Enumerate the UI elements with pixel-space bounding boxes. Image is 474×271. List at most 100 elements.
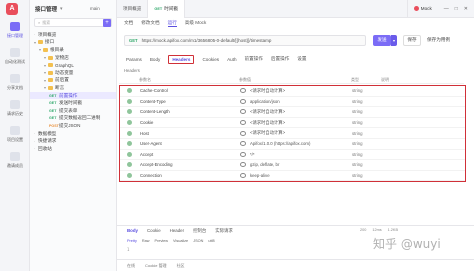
send-button[interactable]: 发送 xyxy=(373,34,391,46)
tree-item[interactable]: ▾ 断言 xyxy=(30,84,116,92)
response-format[interactable]: Visualize xyxy=(173,239,188,243)
enabled-checkbox[interactable] xyxy=(127,173,132,179)
header-type[interactable]: string xyxy=(352,173,382,178)
environment-selector[interactable]: Mock xyxy=(406,0,438,18)
info-icon[interactable] xyxy=(240,151,246,157)
editor-tab[interactable]: 项目概览 xyxy=(117,0,149,18)
param-tab[interactable]: Headers xyxy=(168,54,195,64)
param-tab[interactable]: Body xyxy=(150,57,160,62)
param-tab[interactable]: 后置操作 xyxy=(271,56,289,62)
info-icon[interactable] xyxy=(240,162,246,168)
response-tab[interactable]: Header xyxy=(170,228,184,234)
header-value[interactable]: application/json xyxy=(250,99,352,104)
header-type[interactable]: string xyxy=(352,141,382,146)
tree-item[interactable]: ▾ 宠物店 xyxy=(30,54,116,62)
subtab[interactable]: 高级 Mock xyxy=(185,20,206,26)
subtab[interactable]: 文档 xyxy=(124,20,133,26)
enabled-checkbox[interactable] xyxy=(127,162,132,168)
header-value[interactable]: <请求时自动计算> xyxy=(250,120,352,126)
header-value[interactable]: keep-alive xyxy=(250,173,352,178)
header-value[interactable]: gzip, deflate, br xyxy=(250,162,352,167)
header-key[interactable]: Content-Type xyxy=(140,99,240,104)
subtab[interactable]: 运行 xyxy=(167,20,177,27)
header-type[interactable]: string xyxy=(352,109,382,114)
status-item[interactable]: 社区 xyxy=(177,263,185,269)
response-tab[interactable]: Body xyxy=(127,228,138,234)
maximize-icon[interactable]: □ xyxy=(455,6,458,12)
enabled-checkbox[interactable] xyxy=(127,130,132,136)
enabled-checkbox[interactable] xyxy=(127,120,132,126)
header-type[interactable]: string xyxy=(352,131,382,136)
header-key[interactable]: Accept-Encoding xyxy=(140,162,240,167)
rail-item[interactable]: 项目设置 xyxy=(0,126,30,143)
rail-item[interactable]: 自动化测试 xyxy=(0,48,30,65)
response-tab[interactable]: Cookie xyxy=(147,228,161,234)
close-icon[interactable]: ✕ xyxy=(464,6,468,12)
rail-item[interactable]: 邀请成员 xyxy=(0,152,30,169)
param-tab[interactable]: 前置操作 xyxy=(245,56,263,62)
status-item[interactable]: Cookie 管理 xyxy=(145,263,167,269)
header-type[interactable]: string xyxy=(352,120,382,125)
header-key[interactable]: Cookie xyxy=(140,120,240,125)
save-button[interactable]: 保存 xyxy=(403,34,421,46)
url-input[interactable]: GET https://mock.apifox.com/m1/3656805-0… xyxy=(124,34,366,46)
param-tab[interactable]: Params xyxy=(126,57,142,62)
chevron-down-icon[interactable]: ▾ xyxy=(391,34,397,46)
enabled-checkbox[interactable] xyxy=(127,151,132,157)
tree-search-input[interactable]: ⌕ 搜索 + xyxy=(34,18,112,27)
header-key[interactable]: Connection xyxy=(140,173,240,178)
response-divider[interactable] xyxy=(117,225,474,226)
header-type[interactable]: string xyxy=(352,99,382,104)
response-format[interactable]: utf8 xyxy=(208,239,214,243)
header-type[interactable]: string xyxy=(352,88,382,93)
tree-item[interactable]: POST 提交JSON xyxy=(30,122,116,130)
param-tab[interactable]: Cookies xyxy=(202,57,219,62)
header-value[interactable]: */* xyxy=(250,152,352,157)
info-icon[interactable] xyxy=(240,109,246,115)
response-format[interactable]: Raw xyxy=(142,239,150,243)
info-icon[interactable] xyxy=(240,130,246,136)
status-item[interactable]: 在线 xyxy=(127,263,135,269)
header-key[interactable]: Host xyxy=(140,131,240,136)
tree-item[interactable]: GET 发送时间戳 xyxy=(30,99,116,107)
editor-tab[interactable]: GET 时间戳 xyxy=(148,0,185,18)
header-value[interactable]: <请求时自动计算> xyxy=(250,88,352,94)
header-value[interactable]: <请求时自动计算> xyxy=(250,130,352,136)
response-format[interactable]: JSON xyxy=(193,239,203,243)
tree-item[interactable]: · 回收站 xyxy=(30,145,116,153)
response-tab[interactable]: 实际请求 xyxy=(215,228,233,234)
minimize-icon[interactable]: — xyxy=(444,6,449,12)
tree-item[interactable]: · 项目概览 xyxy=(30,31,116,39)
tree-item[interactable]: GET 提交数据返回二进制 xyxy=(30,115,116,123)
rail-item[interactable]: 接口管理 xyxy=(0,22,30,39)
enabled-checkbox[interactable] xyxy=(127,98,132,104)
tree-item[interactable]: ▾ 前后置 xyxy=(30,77,116,85)
header-key[interactable]: Accept xyxy=(140,152,240,157)
tree-item[interactable]: ▾ 接口 xyxy=(30,39,116,47)
header-type[interactable]: string xyxy=(352,162,382,167)
enabled-checkbox[interactable] xyxy=(127,141,132,147)
header-value[interactable]: <请求时自动计算> xyxy=(250,109,352,115)
subtab[interactable]: 修改文档 xyxy=(141,20,159,26)
info-icon[interactable] xyxy=(240,173,246,179)
response-format[interactable]: Preview xyxy=(155,239,169,243)
tree-item[interactable]: ▾ 动态变量 xyxy=(30,69,116,77)
member-label[interactable]: main xyxy=(90,6,100,11)
response-format[interactable]: Pretty xyxy=(127,239,137,243)
rail-item[interactable]: 请求历史 xyxy=(0,100,30,117)
tree-item[interactable]: ▾ GraphQL xyxy=(30,61,116,69)
header-key[interactable]: User-Agent xyxy=(140,141,240,146)
tree-item[interactable]: GET 前置操作 xyxy=(30,91,116,100)
info-icon[interactable] xyxy=(240,98,246,104)
rail-item[interactable]: 分享文档 xyxy=(0,74,30,91)
response-tab[interactable]: 控制台 xyxy=(193,228,206,234)
tree-item[interactable]: ▾ 根目录 xyxy=(30,46,116,54)
info-icon[interactable] xyxy=(240,88,246,94)
add-button[interactable]: + xyxy=(103,18,111,27)
header-type[interactable]: string xyxy=(352,152,382,157)
info-icon[interactable] xyxy=(240,141,246,147)
enabled-checkbox[interactable] xyxy=(127,109,132,115)
tree-item[interactable]: · 快捷请求 xyxy=(30,137,116,145)
header-key[interactable]: Content-Length xyxy=(140,109,240,114)
enabled-checkbox[interactable] xyxy=(127,88,132,94)
